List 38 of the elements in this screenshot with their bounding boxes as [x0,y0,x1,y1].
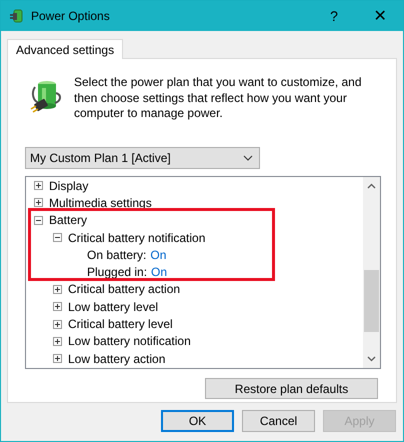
setting-value-link[interactable]: On [150,248,166,262]
power-plug-icon [9,8,25,24]
collapse-icon[interactable] [53,233,62,242]
scroll-down-icon[interactable] [367,356,376,362]
tree-item[interactable]: Low battery action [68,352,166,366]
plan-dropdown[interactable]: My Custom Plan 1 [Active] [25,147,260,169]
setting-value-link[interactable]: On [151,265,168,280]
help-button[interactable]: ? [311,1,357,31]
scrollbar[interactable] [363,177,380,368]
collapse-icon[interactable] [34,216,43,225]
tree-item[interactable]: Multimedia settings [49,196,152,210]
tree-item[interactable]: Critical battery action [68,282,180,296]
window-title: Power Options [31,9,111,23]
description-text: Select the power plan that you want to customize, and then choose settings that reflect how you want your computer to manage power. [74,75,363,122]
expand-icon[interactable] [53,320,62,329]
tree-item[interactable]: Critical battery level [68,317,173,332]
expand-icon[interactable] [34,198,43,208]
tree-item[interactable]: Low battery level [68,300,158,314]
setting-label: On battery: [87,248,146,262]
expand-icon[interactable] [53,284,62,294]
tree-item[interactable]: Critical battery notification [68,230,206,245]
battery-plug-icon [29,79,63,113]
chevron-down-icon [243,155,253,161]
setting-label: Plugged in: [87,265,148,280]
close-button[interactable]: ✕ [357,1,403,31]
expand-icon[interactable] [53,302,62,312]
scrollbar-thumb[interactable] [364,270,379,332]
tree-item[interactable]: Low battery notification [68,334,191,348]
expand-icon[interactable] [53,336,62,346]
restore-defaults-button[interactable]: Restore plan defaults [205,378,378,399]
tree-item[interactable]: Battery [49,213,88,228]
tree-item[interactable]: Display [49,178,88,193]
dialog-button[interactable]: OK [161,410,234,432]
scroll-up-icon[interactable] [367,183,376,189]
tab[interactable]: Advanced settings [7,39,124,59]
expand-icon[interactable] [53,354,62,364]
dialog-button[interactable]: Cancel [242,410,315,432]
expand-icon[interactable] [34,181,43,190]
